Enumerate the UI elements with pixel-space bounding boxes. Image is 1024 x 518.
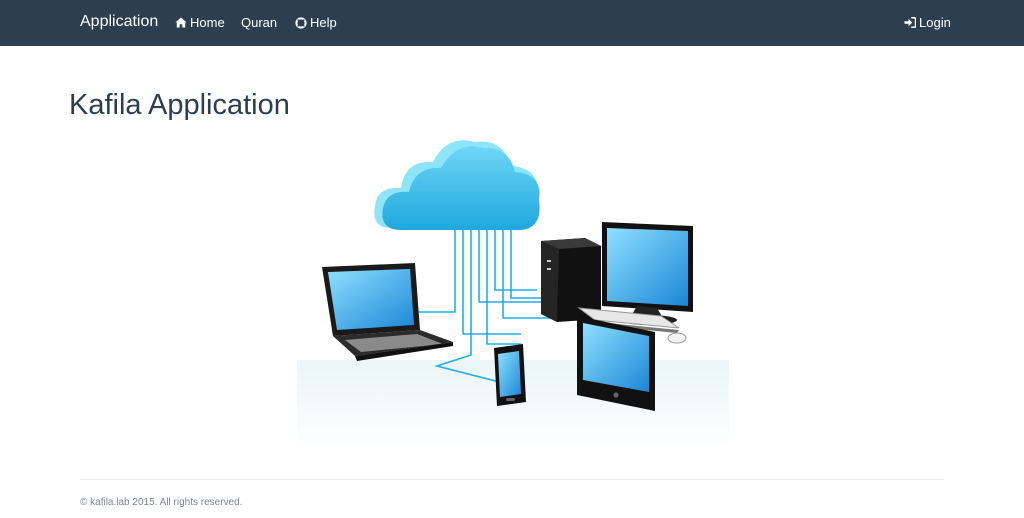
sign-in-icon — [904, 17, 916, 28]
monitor-icon — [602, 222, 693, 325]
nav-quran-link[interactable]: Quran — [241, 15, 277, 30]
cloud-network-illustration — [297, 140, 729, 452]
page-title: Kafila Application — [69, 89, 290, 121]
lifebuoy-icon — [295, 16, 307, 29]
cloud-icon — [374, 140, 540, 230]
home-icon — [175, 17, 187, 28]
nav-home-label: Home — [190, 15, 225, 30]
smartphone-icon — [494, 344, 526, 406]
nav-home-link[interactable]: Home — [175, 15, 225, 30]
nav-quran-label: Quran — [241, 15, 278, 30]
nav-login-link[interactable]: Login — [904, 15, 951, 30]
brand-link[interactable]: Application — [80, 13, 158, 31]
nav-help-link[interactable]: Help — [295, 15, 337, 30]
nav-login-label: Login — [919, 15, 951, 30]
tablet-icon — [577, 316, 655, 411]
nav-help-label: Help — [310, 15, 337, 30]
footer-copyright: © kafila.lab 2015. All rights reserved. — [80, 497, 243, 508]
footer-divider — [80, 479, 944, 480]
navbar: Application Home Quran Help Login — [0, 0, 1024, 46]
